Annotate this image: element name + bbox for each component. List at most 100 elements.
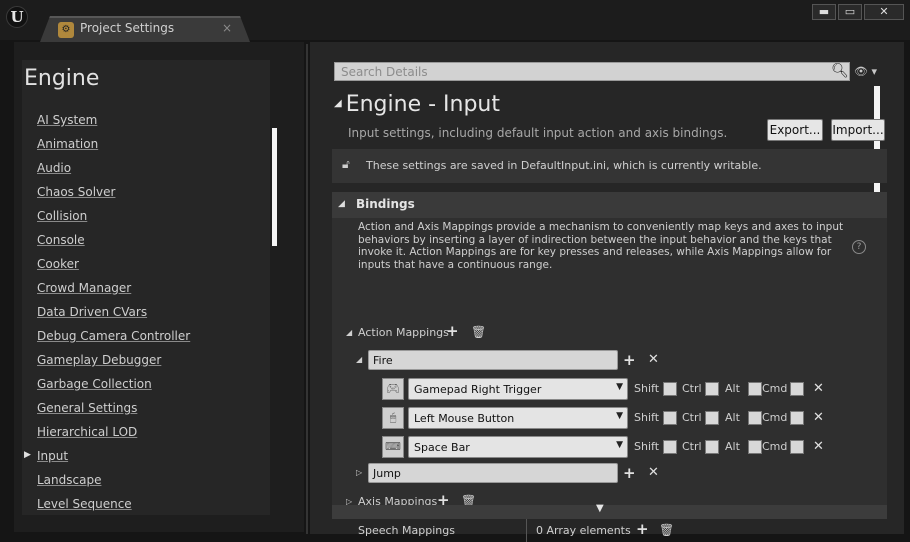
collapse-arrow-icon[interactable]: ◢ [334, 98, 342, 109]
column-divider[interactable] [526, 518, 527, 542]
sidebar-item-label: Gameplay Debugger [37, 353, 162, 367]
modifier-label-alt: Alt [725, 440, 740, 453]
modifier-checkbox-shift[interactable] [663, 382, 677, 396]
sidebar-item[interactable]: Collision [22, 206, 270, 230]
sidebar-item[interactable]: Debug Camera Controller [22, 326, 270, 350]
sidebar-item-label: Debug Camera Controller [37, 329, 191, 343]
collapsed-arrow-icon[interactable]: ▷ [356, 468, 362, 477]
close-window-button[interactable]: ✕ [864, 4, 904, 20]
modifier-checkbox-ctrl[interactable] [705, 440, 719, 454]
modifier-checkbox-alt[interactable] [748, 411, 762, 425]
expand-arrow-icon[interactable]: ◢ [356, 355, 362, 364]
key-selector-dropdown[interactable]: Space Bar ▼ [408, 436, 628, 458]
add-action-mapping-icon[interactable]: + [446, 324, 459, 339]
sidebar-item[interactable]: Data Driven CVars [22, 302, 270, 326]
key-selector-dropdown[interactable]: Gamepad Right Trigger ▼ [408, 378, 628, 400]
help-icon[interactable]: ? [852, 240, 866, 254]
action-name-field[interactable]: Jump [368, 463, 618, 483]
speech-mappings-count: 0 Array elements [536, 524, 631, 537]
delete-action-mappings-icon[interactable]: 🗑︎ [471, 325, 486, 339]
sidebar-item[interactable]: ▶ Input [22, 446, 270, 470]
dropdown-arrow-icon: ▼ [616, 411, 623, 421]
sidebar-item[interactable]: Level Sequence [22, 494, 270, 515]
unreal-logo-icon[interactable]: U [6, 6, 28, 28]
maximize-button[interactable]: ▭ [838, 4, 862, 20]
key-selector-value: Gamepad Right Trigger [414, 383, 542, 396]
keyboard-icon[interactable]: ⌨︎ [382, 436, 404, 458]
modifier-checkbox-ctrl[interactable] [705, 411, 719, 425]
modifier-label-shift: Shift [634, 411, 660, 424]
sidebar-item-label: Data Driven CVars [37, 305, 148, 319]
modifier-checkbox-cmd[interactable] [790, 382, 804, 396]
mouse-icon[interactable]: 🖱︎ [382, 407, 404, 429]
sidebar-item[interactable]: Animation [22, 134, 270, 158]
unlock-icon: 🔓︎ [342, 157, 350, 171]
remove-key-icon[interactable]: ✕ [813, 382, 824, 396]
export-button[interactable]: Export... [767, 119, 823, 141]
sidebar-item[interactable]: Garbage Collection [22, 374, 270, 398]
sidebar-item-label: Collision [37, 209, 88, 223]
import-button[interactable]: Import... [831, 119, 885, 141]
modifier-checkbox-shift[interactable] [663, 440, 677, 454]
sidebar-item[interactable]: Console [22, 230, 270, 254]
search-details-input[interactable] [334, 62, 850, 81]
delete-speech-mappings-icon[interactable]: 🗑︎ [659, 523, 674, 537]
remove-action-icon[interactable]: ✕ [648, 466, 659, 480]
sidebar-item[interactable]: Gameplay Debugger [22, 350, 270, 374]
add-key-icon[interactable]: + [623, 466, 636, 481]
sidebar-item-label: Hierarchical LOD [37, 425, 138, 439]
sidebar-item-label: Landscape [37, 473, 102, 487]
bindings-description: Action and Axis Mappings provide a mecha… [358, 221, 844, 271]
title-bar: U ⚙ Project Settings × ▬ ▭ ✕ [0, 0, 910, 42]
modifier-label-alt: Alt [725, 411, 740, 424]
add-key-icon[interactable]: + [623, 353, 636, 368]
sidebar-item-label: Animation [37, 137, 99, 151]
scroll-more-indicator[interactable]: ▼ [332, 503, 887, 519]
modifier-checkbox-alt[interactable] [748, 440, 762, 454]
key-selector-value: Space Bar [414, 441, 470, 454]
tab-close-icon[interactable]: × [222, 21, 232, 35]
sidebar-item-label: General Settings [37, 401, 138, 415]
view-options-eye-icon[interactable]: 👁︎ ▾ [854, 65, 884, 79]
sidebar-item[interactable]: Hierarchical LOD [22, 422, 270, 446]
sidebar-scrollbar[interactable] [272, 128, 277, 246]
search-icon[interactable]: 🔍︎ [831, 62, 849, 80]
sidebar-item[interactable]: Landscape [22, 470, 270, 494]
gamepad-icon[interactable]: 🎮︎ [382, 378, 404, 400]
sidebar-item[interactable]: Crowd Manager [22, 278, 270, 302]
remove-key-icon[interactable]: ✕ [813, 411, 824, 425]
settings-sidebar: Engine AI System Animation Audio Chaos Solv… [14, 42, 304, 532]
action-mappings-label: Action Mappings [358, 326, 449, 339]
sidebar-item[interactable]: Audio [22, 158, 270, 182]
tab-project-settings[interactable]: ⚙ Project Settings × [40, 16, 250, 42]
bindings-header-label: Bindings [356, 197, 415, 211]
bindings-category-header[interactable]: ◢ Bindings [332, 192, 887, 218]
modifier-label-cmd: Cmd [762, 440, 788, 453]
modifier-checkbox-ctrl[interactable] [705, 382, 719, 396]
remove-key-icon[interactable]: ✕ [813, 440, 824, 454]
key-selector-dropdown[interactable]: Left Mouse Button ▼ [408, 407, 628, 429]
sidebar-item[interactable]: AI System [22, 110, 270, 134]
sidebar-item[interactable]: General Settings [22, 398, 270, 422]
minimize-button[interactable]: ▬ [812, 4, 836, 20]
modifier-checkbox-cmd[interactable] [790, 411, 804, 425]
panel-divider[interactable] [306, 44, 308, 534]
modifier-checkbox-alt[interactable] [748, 382, 762, 396]
tab-label: Project Settings [80, 21, 175, 35]
remove-action-icon[interactable]: ✕ [648, 353, 659, 367]
chevron-down-icon: ▼ [596, 503, 604, 514]
expand-arrow-icon[interactable]: ◢ [346, 328, 352, 337]
modifier-label-shift: Shift [634, 382, 660, 395]
modifier-checkbox-shift[interactable] [663, 411, 677, 425]
modifier-checkbox-cmd[interactable] [790, 440, 804, 454]
modifier-label-cmd: Cmd [762, 382, 788, 395]
sidebar-item-label: Console [37, 233, 85, 247]
sidebar-item[interactable]: Chaos Solver [22, 182, 270, 206]
add-speech-mapping-icon[interactable]: + [636, 522, 649, 537]
sidebar-item-label: Audio [37, 161, 72, 175]
sidebar-item-label: Chaos Solver [37, 185, 116, 199]
sidebar-item[interactable]: Cooker [22, 254, 270, 278]
action-name-field[interactable]: Fire [368, 350, 618, 370]
speech-mappings-label: Speech Mappings [358, 524, 455, 537]
selected-arrow-icon: ▶ [24, 450, 31, 460]
